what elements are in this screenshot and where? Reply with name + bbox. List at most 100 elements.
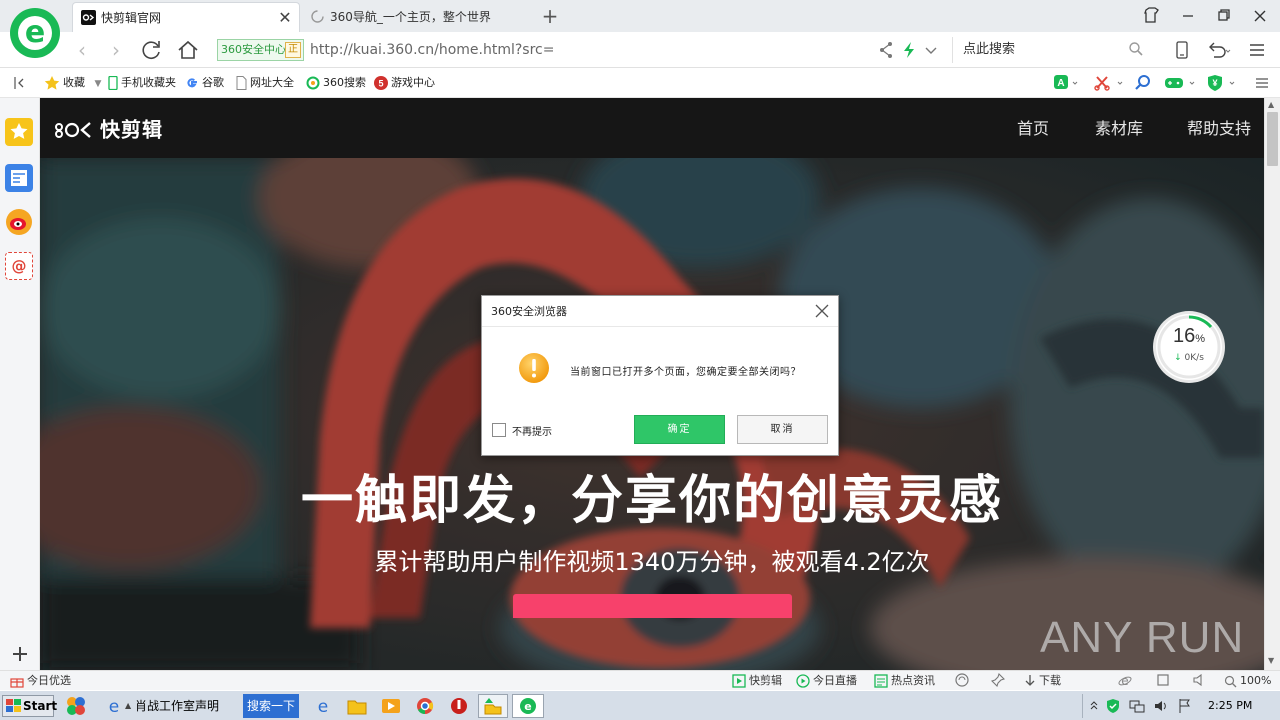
weibo-icon[interactable] <box>5 208 33 236</box>
tab-360-nav[interactable]: 360导航_一个主页，整个世界 <box>302 2 532 32</box>
site-logo[interactable]: 快剪辑 <box>54 116 163 142</box>
status-live[interactable]: 今日直播 <box>796 673 857 689</box>
translate-extension-icon[interactable]: A <box>1053 74 1079 92</box>
dialog-title: 360安全浏览器 <box>491 305 567 318</box>
certified-icon: 正 <box>285 42 301 58</box>
taskbar-360-browser-window[interactable]: e <box>512 694 544 718</box>
share-icon[interactable] <box>878 41 894 59</box>
close-window-button[interactable] <box>1242 0 1278 32</box>
bookmark-360-search[interactable]: 360搜索 <box>306 74 366 92</box>
bookmark-url-directory[interactable]: 网址大全 <box>236 74 294 92</box>
forward-button[interactable]: › <box>102 36 130 64</box>
mobile-icon[interactable] <box>1174 41 1190 59</box>
nav-material-library[interactable]: 素材库 <box>1095 118 1143 140</box>
search-icon[interactable] <box>1134 74 1152 92</box>
cancel-button[interactable]: 取消 <box>737 415 828 444</box>
scrollbar-thumb[interactable] <box>1267 112 1278 166</box>
taskbar-ie-window[interactable]: e ▲ 肖战工作室声明 <box>101 694 239 718</box>
new-tab-button[interactable]: + <box>538 2 562 30</box>
bookmark-label: 360搜索 <box>323 76 366 89</box>
shield-icon[interactable] <box>1105 698 1121 714</box>
volume-icon[interactable] <box>1192 673 1206 689</box>
phone-icon <box>108 76 118 90</box>
svg-text:e: e <box>109 697 119 715</box>
nav-help-support[interactable]: 帮助支持 <box>1187 118 1251 140</box>
security-app-icon[interactable] <box>448 694 470 718</box>
network-speed-widget[interactable]: 16% ↓ 0K/s <box>1156 314 1222 380</box>
chrome-icon[interactable] <box>414 694 436 718</box>
action-center-flag-icon[interactable] <box>1177 698 1193 714</box>
page-icon <box>236 76 247 90</box>
address-input[interactable]: http://kuai.360.cn/home.html?src= <box>310 39 870 61</box>
status-kuaijianji[interactable]: 快剪辑 <box>732 673 782 689</box>
accelerate-icon[interactable] <box>955 673 969 689</box>
svg-text:5: 5 <box>378 79 383 89</box>
confirm-button[interactable]: 确定 <box>634 415 725 444</box>
skin-icon[interactable] <box>1134 0 1170 32</box>
svg-text:e: e <box>318 697 328 717</box>
favorites-star-icon[interactable] <box>5 118 33 146</box>
scroll-up-arrow-icon[interactable]: ▲ <box>1268 100 1274 109</box>
security-badge[interactable]: 360安全中心 正 <box>217 39 304 61</box>
minimize-button[interactable] <box>1170 0 1206 32</box>
home-button[interactable] <box>174 36 202 64</box>
back-button[interactable]: ‹ <box>68 36 96 64</box>
system-clock[interactable]: 2:25 PM <box>1208 694 1252 718</box>
status-item-label: 热点资讯 <box>891 674 935 687</box>
refresh-button[interactable] <box>138 36 166 64</box>
page-scrollbar[interactable]: ▲ ▼ <box>1264 98 1280 670</box>
undo-close-icon[interactable] <box>1206 41 1232 59</box>
search-input[interactable]: 点此搜索 <box>952 37 1156 63</box>
speed-mode-icon[interactable] <box>902 41 916 59</box>
bookmark-label: 谷歌 <box>202 76 224 89</box>
bookmark-favorites[interactable]: 收藏 ▼ <box>44 74 101 92</box>
taskbar-app-window[interactable] <box>478 694 508 718</box>
zoom-level[interactable]: 100% <box>1224 673 1271 689</box>
search-icon[interactable] <box>1128 41 1144 57</box>
status-item-label: 今日直播 <box>813 674 857 687</box>
volume-icon[interactable] <box>1153 698 1169 714</box>
pin-icon[interactable] <box>991 673 1005 689</box>
notes-icon[interactable] <box>5 164 33 192</box>
status-hot-news[interactable]: 热点资讯 <box>874 673 935 689</box>
today-picks-label: 今日优选 <box>27 674 71 687</box>
close-tab-icon[interactable]: ✕ <box>277 3 293 32</box>
start-button[interactable]: Start <box>2 695 57 717</box>
gamepad-icon[interactable] <box>1164 74 1198 92</box>
window-icon[interactable] <box>1156 673 1170 689</box>
bookmark-mobile-favorites[interactable]: 手机收藏夹 <box>108 74 176 92</box>
folder-icon[interactable] <box>346 694 368 718</box>
media-player-icon[interactable] <box>380 694 402 718</box>
tab-kuaijianji[interactable]: 快剪辑官网 ✕ <box>72 2 300 32</box>
taskbar-app-icon[interactable] <box>64 694 88 718</box>
wallet-yen-icon[interactable]: ¥ <box>1206 74 1240 92</box>
status-download[interactable]: 下载 <box>1024 673 1061 689</box>
chevron-down-icon[interactable] <box>924 41 938 59</box>
bookmark-google[interactable]: 谷歌 <box>185 74 224 92</box>
add-sidebar-item-icon[interactable] <box>10 644 30 664</box>
email-icon[interactable]: @ <box>5 252 33 280</box>
nav-home[interactable]: 首页 <box>1017 118 1049 140</box>
360-browser-logo[interactable]: e <box>10 8 60 58</box>
more-icon[interactable] <box>1254 74 1270 92</box>
dont-show-again-checkbox[interactable] <box>492 423 506 437</box>
scroll-down-arrow-icon[interactable]: ▼ <box>1268 656 1274 665</box>
network-icon[interactable] <box>1129 698 1145 714</box>
tray-expand-icon[interactable] <box>1089 699 1099 713</box>
gift-icon <box>10 678 24 688</box>
site-header: 快剪辑 首页 素材库 帮助支持 <box>40 98 1264 158</box>
loading-spinner-icon <box>311 10 324 23</box>
download-button[interactable] <box>513 594 792 618</box>
ie-quicklaunch-icon[interactable]: e <box>312 694 334 718</box>
bookmark-label: 网址大全 <box>250 76 294 89</box>
dont-show-again-label[interactable]: 不再提示 <box>512 423 552 438</box>
screenshot-scissors-icon[interactable] <box>1094 74 1124 92</box>
taskbar-search-button[interactable]: 搜索一下 <box>243 694 299 718</box>
menu-icon[interactable] <box>1248 41 1266 59</box>
sidebar-toggle-icon[interactable] <box>12 75 28 93</box>
ie-mode-icon[interactable]: e <box>1118 673 1132 689</box>
restore-button[interactable] <box>1206 0 1242 32</box>
today-picks[interactable]: 今日优选 <box>10 673 71 689</box>
dialog-close-icon[interactable] <box>812 301 832 321</box>
bookmark-game-center[interactable]: 5 游戏中心 <box>374 74 435 92</box>
